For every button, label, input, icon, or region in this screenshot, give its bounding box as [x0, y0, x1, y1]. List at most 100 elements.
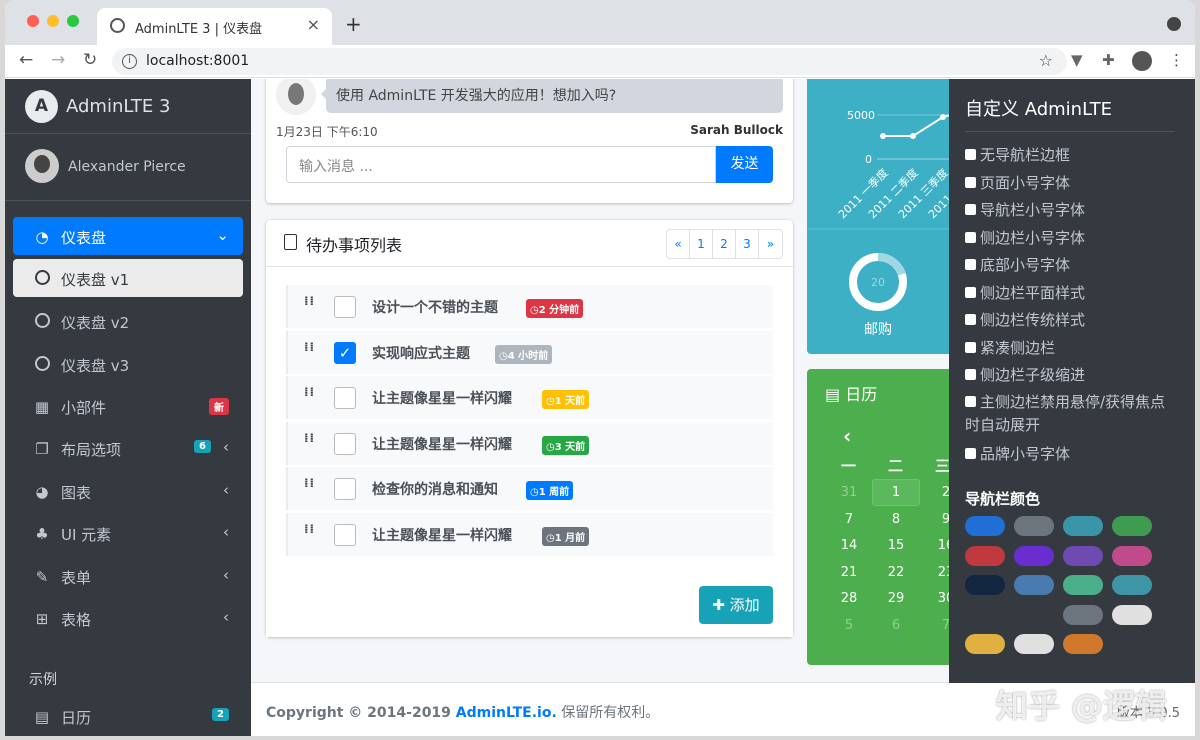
checkbox[interactable] — [965, 177, 976, 188]
calendar-day[interactable]: 5 — [840, 618, 858, 633]
calendar-day[interactable]: 28 — [840, 591, 858, 606]
minimize-window-button[interactable] — [47, 15, 59, 27]
drag-handle-icon[interactable]: ⁞⁞ — [304, 295, 318, 315]
color-swatch[interactable] — [1014, 634, 1054, 654]
forward-icon[interactable]: → — [51, 50, 65, 70]
todo-item[interactable]: ⁞⁞ 设计一个不错的主题 ◷2 分钟前 — [286, 285, 773, 328]
close-window-button[interactable] — [27, 15, 39, 27]
color-swatch[interactable] — [1014, 545, 1054, 566]
page-2[interactable]: 2 — [713, 230, 736, 258]
sidebar-item-dashboard-v3[interactable]: 仪表盘 v3 — [13, 345, 243, 383]
color-swatch[interactable] — [965, 634, 1005, 654]
checkbox[interactable] — [965, 204, 976, 215]
page-prev[interactable]: « — [667, 230, 690, 258]
color-swatch[interactable] — [1112, 575, 1152, 595]
todo-checkbox[interactable]: ✓ — [334, 341, 356, 364]
drag-handle-icon[interactable]: ⁞⁞ — [304, 341, 318, 361]
checkbox[interactable] — [965, 342, 976, 353]
calendar-day[interactable]: 15 — [887, 538, 905, 553]
checkbox[interactable] — [965, 314, 976, 325]
calendar-day[interactable]: 6 — [887, 618, 905, 633]
page-next[interactable]: » — [759, 230, 782, 258]
new-tab-button[interactable]: + — [345, 12, 362, 36]
color-swatch[interactable] — [1063, 634, 1103, 654]
customize-option[interactable]: 底部小号字体 — [965, 254, 1180, 277]
todo-item[interactable]: ⁞⁞ 让主题像星星一样闪耀 ◷1 天前 — [286, 376, 773, 419]
checkbox[interactable] — [965, 259, 976, 270]
info-icon[interactable]: i — [122, 54, 137, 69]
add-item-button[interactable]: ✚ 添加 — [699, 586, 773, 624]
customize-option[interactable]: 紧凑侧边栏 — [965, 337, 1180, 360]
extensions-puzzle-icon[interactable]: ✚ — [1102, 51, 1115, 69]
customize-option[interactable]: 无导航栏边框 — [965, 144, 1180, 167]
user-panel[interactable]: Alexander Pierce — [5, 135, 251, 201]
browser-menu-icon[interactable]: ⋮ — [1169, 51, 1184, 69]
sidebar-item-calendar[interactable]: ▤ 日历 2 — [13, 697, 243, 735]
sidebar-item-widgets[interactable]: ▦ 小部件 新 — [13, 387, 243, 425]
color-swatch[interactable] — [1112, 604, 1152, 625]
todo-item[interactable]: ⁞⁞ 让主题像星星一样闪耀 ◷1 月前 — [286, 512, 773, 556]
color-swatch[interactable] — [1014, 575, 1054, 595]
drag-handle-icon[interactable]: ⁞⁞ — [304, 477, 318, 497]
color-swatch[interactable] — [965, 575, 1005, 595]
reload-icon[interactable]: ↻ — [83, 50, 97, 70]
calendar-day[interactable]: 1 — [872, 479, 920, 506]
bookmark-star-icon[interactable]: ☆ — [1039, 51, 1053, 70]
customize-option[interactable]: 侧边栏子级缩进 — [965, 364, 1180, 387]
customize-option[interactable]: 品牌小号字体 — [965, 443, 1180, 466]
sidebar-item-forms[interactable]: ✎ 表单 ‹ — [13, 557, 243, 595]
browser-tab[interactable]: AdminLTE 3 | 仪表盘 × — [97, 8, 332, 45]
adminlte-link[interactable]: AdminLTE.io. — [456, 705, 557, 721]
calendar-day[interactable]: 8 — [887, 512, 905, 527]
sidebar-item-dashboard[interactable]: ◔ 仪表盘 ⌄ — [13, 217, 243, 255]
customize-option[interactable]: 侧边栏传统样式 — [965, 309, 1180, 332]
drag-handle-icon[interactable]: ⁞⁞ — [304, 523, 318, 543]
checkbox[interactable] — [965, 396, 976, 407]
page-3[interactable]: 3 — [736, 230, 759, 258]
vuejs-extension-icon[interactable]: ▼ — [1071, 51, 1083, 69]
page-1[interactable]: 1 — [690, 230, 713, 258]
todo-checkbox[interactable] — [334, 296, 356, 318]
todo-checkbox[interactable] — [334, 478, 356, 500]
color-swatch[interactable] — [965, 516, 1005, 536]
message-input[interactable]: 输入消息 ... — [286, 146, 716, 183]
customize-option[interactable]: 主侧边栏禁用悬停/获得焦点时自动展开 — [965, 391, 1180, 437]
checkbox[interactable] — [965, 149, 976, 160]
brand-link[interactable]: A AdminLTE 3 — [5, 79, 251, 134]
calendar-prev-icon[interactable]: ‹ — [843, 424, 851, 448]
color-swatch[interactable] — [1112, 516, 1152, 536]
drag-handle-icon[interactable]: ⁞⁞ — [304, 386, 318, 406]
back-icon[interactable]: ← — [19, 50, 33, 70]
sidebar-item-charts[interactable]: ◕ 图表 ‹ — [13, 472, 243, 510]
calendar-day[interactable]: 29 — [887, 591, 905, 606]
customize-option[interactable]: 侧边栏小号字体 — [965, 227, 1180, 250]
todo-item[interactable]: ⁞⁞ ✓ 实现响应式主题 ◷4 小时前 — [286, 330, 773, 374]
todo-checkbox[interactable] — [334, 523, 356, 546]
color-swatch[interactable] — [1014, 604, 1054, 625]
calendar-day[interactable]: 14 — [840, 538, 858, 553]
url-field[interactable]: i localhost:8001 ☆ — [112, 48, 1067, 75]
checkbox[interactable] — [965, 232, 976, 243]
close-tab-icon[interactable]: × — [307, 15, 320, 34]
sidebar-item-dashboard-v1[interactable]: 仪表盘 v1 — [13, 259, 243, 297]
todo-checkbox[interactable] — [334, 387, 356, 409]
customize-option[interactable]: 导航栏小号字体 — [965, 199, 1180, 222]
sidebar-item-tables[interactable]: ⊞ 表格 ‹ — [13, 599, 243, 637]
drag-handle-icon[interactable]: ⁞⁞ — [304, 432, 318, 452]
maximize-window-button[interactable] — [67, 15, 79, 27]
color-swatch[interactable] — [1063, 516, 1103, 536]
profile-avatar-icon[interactable] — [1132, 51, 1152, 71]
calendar-day[interactable]: 31 — [840, 485, 858, 500]
color-swatch[interactable] — [1063, 545, 1103, 566]
customize-option[interactable]: 页面小号字体 — [965, 172, 1180, 195]
color-swatch[interactable] — [965, 604, 1005, 625]
customize-option[interactable]: 侧边栏平面样式 — [965, 282, 1180, 305]
todo-item[interactable]: ⁞⁞ 让主题像星星一样闪耀 ◷3 天前 — [286, 421, 773, 465]
tab-search-icon[interactable] — [1167, 17, 1181, 31]
calendar-day[interactable]: 7 — [840, 512, 858, 527]
color-swatch[interactable] — [1112, 545, 1152, 566]
sidebar-item-dashboard-v2[interactable]: 仪表盘 v2 — [13, 302, 243, 340]
calendar-day[interactable]: 21 — [840, 565, 858, 580]
sidebar-item-ui-elements[interactable]: ♣ UI 元素 ‹ — [13, 514, 243, 552]
todo-checkbox[interactable] — [334, 432, 356, 455]
